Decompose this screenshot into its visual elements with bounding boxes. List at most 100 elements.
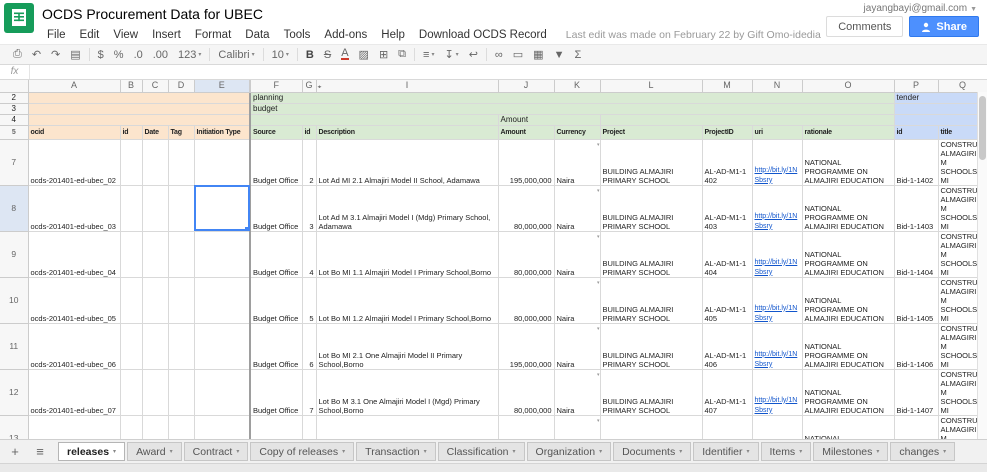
- cell-P9[interactable]: Bid-1-1404: [894, 231, 939, 278]
- cell-I12[interactable]: Lot Bo M 3.1 One Almajiri Model I (Mgd) …: [316, 369, 499, 416]
- cell-D9[interactable]: [168, 231, 195, 278]
- cell-P13[interactable]: Bid-1-1408: [894, 415, 939, 439]
- cell-M9[interactable]: AL-AD-M1-1 404: [702, 231, 753, 278]
- sheet-tab-transaction[interactable]: Transaction ▾: [356, 442, 436, 461]
- comments-button[interactable]: Comments: [826, 16, 904, 37]
- cell-I13[interactable]: Lot Bo M 3.2 One Almajiri Model I (Mgd) …: [316, 415, 499, 439]
- sheet-tab-menu-caret[interactable]: ▾: [599, 448, 602, 455]
- undo-icon[interactable]: ↶: [27, 47, 46, 62]
- cell-B13[interactable]: [120, 415, 143, 439]
- text-color-icon[interactable]: A: [336, 48, 353, 61]
- merge-cells-icon[interactable]: ⧉: [393, 47, 411, 62]
- sheet-tab-releases[interactable]: releases ▾: [58, 442, 126, 461]
- cell-O9[interactable]: NATIONAL PROGRAMME ON ALMAJIRI EDUCATION: [802, 231, 895, 278]
- currency-format-icon[interactable]: $: [93, 48, 109, 62]
- scrollbar-thumb[interactable]: [979, 96, 986, 160]
- column-header-A[interactable]: A: [28, 80, 121, 93]
- cell-J10[interactable]: 80,000,000: [498, 277, 555, 324]
- field-header-uri[interactable]: uri: [752, 125, 803, 140]
- cell-A11[interactable]: ocds-201401-ed-ubec_06: [28, 323, 121, 370]
- vertical-align-icon[interactable]: ↧ ▾: [439, 47, 463, 62]
- sheet-tab-contract[interactable]: Contract ▾: [183, 442, 249, 461]
- cell-M7[interactable]: AL-AD-M1-1 402: [702, 139, 753, 186]
- cell-N12[interactable]: http://bit.ly/1NSbsry: [752, 369, 803, 416]
- row-header-9[interactable]: 9: [0, 231, 29, 278]
- uri-link[interactable]: http://bit.ly/1NSbsry: [755, 213, 798, 230]
- section-header-planning[interactable]: planning: [250, 92, 895, 104]
- cell-I9[interactable]: Lot Bo MI 1.1 Almajiri Model I Primary S…: [316, 231, 499, 278]
- cell-F10[interactable]: Budget Office: [250, 277, 303, 324]
- field-header-budget_id[interactable]: id: [302, 125, 317, 140]
- cell-E11[interactable]: [194, 323, 251, 370]
- text-wrap-icon[interactable]: ↩: [464, 47, 483, 62]
- sheet-tab-menu-caret[interactable]: ▾: [113, 448, 116, 455]
- all-sheets-button[interactable]: ≡: [29, 443, 51, 461]
- section-cell[interactable]: [28, 103, 251, 115]
- cell-I8[interactable]: Lot Ad M 3.1 Almajiri Model I (Mdg) Prim…: [316, 185, 499, 232]
- row-header-8[interactable]: 8: [0, 185, 29, 232]
- cell-K13[interactable]: Naira▾: [554, 415, 601, 439]
- uri-link[interactable]: http://bit.ly/1NSbsry: [755, 305, 798, 322]
- cell-M12[interactable]: AL-AD-M1-1 407: [702, 369, 753, 416]
- row-header-11[interactable]: 11: [0, 323, 29, 370]
- cell-D11[interactable]: [168, 323, 195, 370]
- cell-P8[interactable]: Bid-1-1403: [894, 185, 939, 232]
- cell-G10[interactable]: 5: [302, 277, 317, 324]
- cell-L8[interactable]: BUILDING ALMAJIRI PRIMARY SCHOOL: [600, 185, 703, 232]
- vertical-scrollbar[interactable]: [977, 92, 987, 439]
- cell-M13[interactable]: AL-AD-M1-1 408: [702, 415, 753, 439]
- menu-file[interactable]: File: [40, 29, 73, 41]
- field-header-project[interactable]: Project: [600, 125, 703, 140]
- section-cell[interactable]: [894, 103, 987, 115]
- field-header-currency[interactable]: Currency: [554, 125, 601, 140]
- sheet-tab-menu-caret[interactable]: ▾: [876, 448, 879, 455]
- column-header-P[interactable]: P: [894, 80, 939, 93]
- cell-B10[interactable]: [120, 277, 143, 324]
- decrease-decimals-icon[interactable]: .0: [129, 48, 148, 62]
- sheet-tab-changes[interactable]: changes ▾: [890, 442, 956, 461]
- functions-icon[interactable]: Σ: [569, 48, 586, 62]
- font-size-select[interactable]: 10 ▾: [267, 48, 294, 62]
- cell-G11[interactable]: 6: [302, 323, 317, 370]
- select-all-corner[interactable]: [0, 80, 29, 93]
- cell-G8[interactable]: 3: [302, 185, 317, 232]
- sheet-tab-copy-of-releases[interactable]: Copy of releases ▾: [250, 442, 355, 461]
- cell-B7[interactable]: [120, 139, 143, 186]
- menu-add-ons[interactable]: Add-ons: [317, 29, 374, 41]
- menu-tools[interactable]: Tools: [277, 29, 318, 41]
- section-header-budget[interactable]: budget: [250, 103, 895, 115]
- cell-B8[interactable]: [120, 185, 143, 232]
- column-header-K[interactable]: K: [554, 80, 601, 93]
- cell-L12[interactable]: BUILDING ALMAJIRI PRIMARY SCHOOL: [600, 369, 703, 416]
- row-header-7[interactable]: 7: [0, 139, 29, 186]
- cell-J12[interactable]: 80,000,000: [498, 369, 555, 416]
- section-cell[interactable]: [28, 114, 251, 126]
- cell-I10[interactable]: Lot Bo MI 1.2 Almajiri Model I Primary S…: [316, 277, 499, 324]
- row-header-2[interactable]: 2: [0, 92, 29, 104]
- sheet-tab-menu-caret[interactable]: ▾: [513, 448, 516, 455]
- cell-B11[interactable]: [120, 323, 143, 370]
- cell-O13[interactable]: NATIONAL PROGRAMME ON ALMAJIRI EDUCATION: [802, 415, 895, 439]
- field-header-row_id[interactable]: id: [120, 125, 143, 140]
- cell-P7[interactable]: Bid-1-1402: [894, 139, 939, 186]
- cell-F8[interactable]: Budget Office: [250, 185, 303, 232]
- number-format-icon[interactable]: 123 ▾: [173, 48, 206, 62]
- document-title[interactable]: OCDS Procurement Data for UBEC: [42, 6, 263, 22]
- cell-M11[interactable]: AL-AD-M1-1 406: [702, 323, 753, 370]
- section-cell[interactable]: [894, 114, 987, 126]
- field-header-tag[interactable]: Tag: [168, 125, 195, 140]
- field-header-ocid[interactable]: ocid: [28, 125, 121, 140]
- share-button[interactable]: Share: [909, 16, 979, 37]
- cell-N9[interactable]: http://bit.ly/1NSbsry: [752, 231, 803, 278]
- cell-A8[interactable]: ocds-201401-ed-ubec_03: [28, 185, 121, 232]
- cell-D8[interactable]: [168, 185, 195, 232]
- cell-D13[interactable]: [168, 415, 195, 439]
- cell-D12[interactable]: [168, 369, 195, 416]
- cell-O10[interactable]: NATIONAL PROGRAMME ON ALMAJIRI EDUCATION: [802, 277, 895, 324]
- cell-K8[interactable]: Naira ▾: [554, 185, 601, 232]
- uri-link[interactable]: http://bit.ly/1NSbsry: [755, 167, 798, 184]
- field-header-tender_id[interactable]: id: [894, 125, 939, 140]
- cell-A10[interactable]: ocds-201401-ed-ubec_05: [28, 277, 121, 324]
- cell-L7[interactable]: BUILDING ALMAJIRI PRIMARY SCHOOL: [600, 139, 703, 186]
- insert-comment-icon[interactable]: ▭: [508, 47, 528, 62]
